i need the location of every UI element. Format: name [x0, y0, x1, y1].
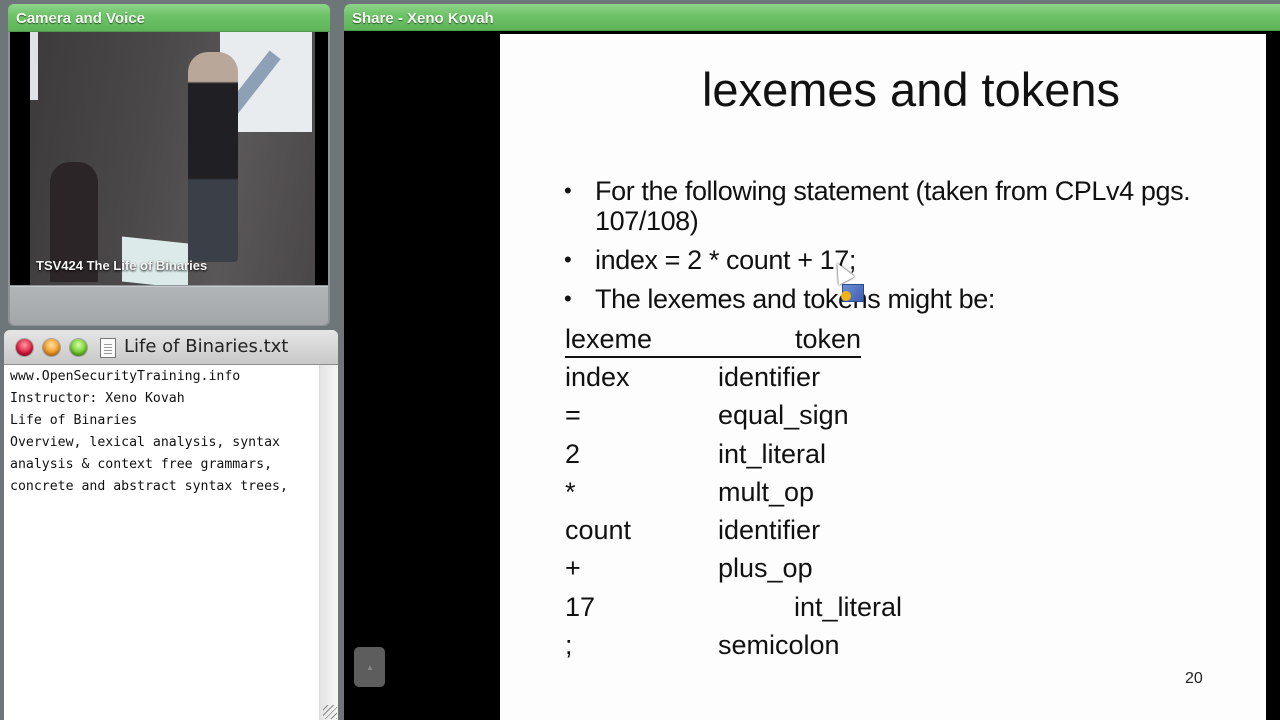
- token-cell: int_literal: [718, 438, 827, 469]
- lexeme-cell: index: [565, 362, 630, 392]
- camera-pod-title[interactable]: Camera and Voice: [8, 4, 330, 32]
- table-row: = equal_sign: [565, 400, 1065, 438]
- lexeme-token-table: index identifier = equal_sign 2 int_lite…: [565, 362, 1065, 668]
- share-pod-title[interactable]: Share - Xeno Kovah: [344, 4, 1280, 31]
- table-row: * mult_op: [565, 477, 1065, 515]
- lexeme-cell: count: [565, 515, 632, 546]
- slide-bullet: For the following statement (taken from …: [564, 176, 1224, 236]
- video-presenter: [188, 52, 238, 262]
- token-column-header: token: [794, 324, 861, 354]
- slide-page-number: 20: [1185, 670, 1203, 687]
- slide-bullet: The lexemes and tokens might be:: [564, 284, 1224, 314]
- zoom-window-button[interactable]: [70, 339, 87, 356]
- resize-grip-icon[interactable]: [323, 705, 337, 719]
- token-cell: identifier: [718, 362, 821, 392]
- notes-window-title: Life of Binaries.txt: [124, 336, 289, 357]
- share-scroll-button[interactable]: ▲: [354, 647, 385, 687]
- notes-line: www.OpenSecurityTraining.info: [10, 369, 241, 384]
- slide-title: lexemes and tokens: [701, 63, 1121, 116]
- token-cell: int_literal: [794, 591, 903, 622]
- notes-text-area[interactable]: www.OpenSecurityTraining.info Instructor:…: [4, 365, 320, 720]
- share-pod: Share - Xeno Kovah ▲ lexemes and tokens …: [344, 4, 1280, 720]
- notes-window: Life of Binaries.txt www.OpenSecurityTra…: [4, 330, 338, 720]
- table-row: count identifier: [565, 515, 1065, 553]
- lexeme-cell: =: [565, 400, 581, 431]
- table-row: + plus_op: [565, 553, 1065, 591]
- lexeme-column-header: lexeme: [565, 324, 653, 354]
- presenter-pointer-badge-icon: [841, 284, 864, 302]
- notes-line: Overview, lexical analysis, syntax: [10, 435, 280, 450]
- table-row: 17 int_literal: [565, 592, 1065, 630]
- camera-video-feed[interactable]: TSV424 The Life of Binaries: [10, 32, 328, 285]
- camera-controls-bar[interactable]: [10, 286, 328, 325]
- lexeme-table-header: lexeme token: [565, 324, 861, 358]
- minimize-window-button[interactable]: [43, 339, 60, 356]
- notes-line: analysis & context free grammars,: [10, 457, 273, 472]
- text-document-icon: [100, 338, 116, 358]
- token-cell: identifier: [718, 515, 821, 546]
- camera-voice-pod: Camera and Voice TSV424 The Life of Bina…: [8, 4, 330, 326]
- table-row: 2 int_literal: [565, 439, 1065, 477]
- notes-titlebar[interactable]: Life of Binaries.txt: [4, 330, 338, 365]
- slide-bullet-list: For the following statement (taken from …: [564, 176, 1224, 323]
- token-cell: equal_sign: [718, 400, 849, 431]
- notes-line: Instructor: Xeno Kovah: [10, 391, 185, 406]
- video-caption: TSV424 The Life of Binaries: [36, 258, 208, 273]
- notes-line: concrete and abstract syntax trees,: [10, 479, 288, 494]
- notes-scrollbar[interactable]: [319, 365, 338, 720]
- table-row: ; semicolon: [565, 630, 1065, 668]
- slide-bullet: index = 2 * count + 17;: [564, 245, 1224, 275]
- lexeme-cell: ;: [565, 630, 573, 661]
- table-row: index identifier: [565, 362, 1065, 400]
- chevron-up-icon: ▲: [366, 663, 374, 672]
- lexeme-cell: +: [565, 553, 581, 584]
- token-cell: plus_op: [718, 553, 813, 584]
- lexeme-cell: *: [565, 476, 576, 507]
- lexeme-cell: 2: [565, 438, 581, 469]
- notes-line: Life of Binaries: [10, 413, 138, 428]
- share-content-area: ▲ lexemes and tokens For the following s…: [346, 34, 1280, 720]
- token-cell: semicolon: [718, 630, 840, 661]
- video-projector-screen-left: [30, 32, 38, 100]
- token-cell: mult_op: [718, 476, 815, 507]
- close-window-button[interactable]: [16, 339, 33, 356]
- presentation-slide: lexemes and tokens For the following sta…: [500, 34, 1266, 720]
- lexeme-cell: 17: [565, 591, 596, 622]
